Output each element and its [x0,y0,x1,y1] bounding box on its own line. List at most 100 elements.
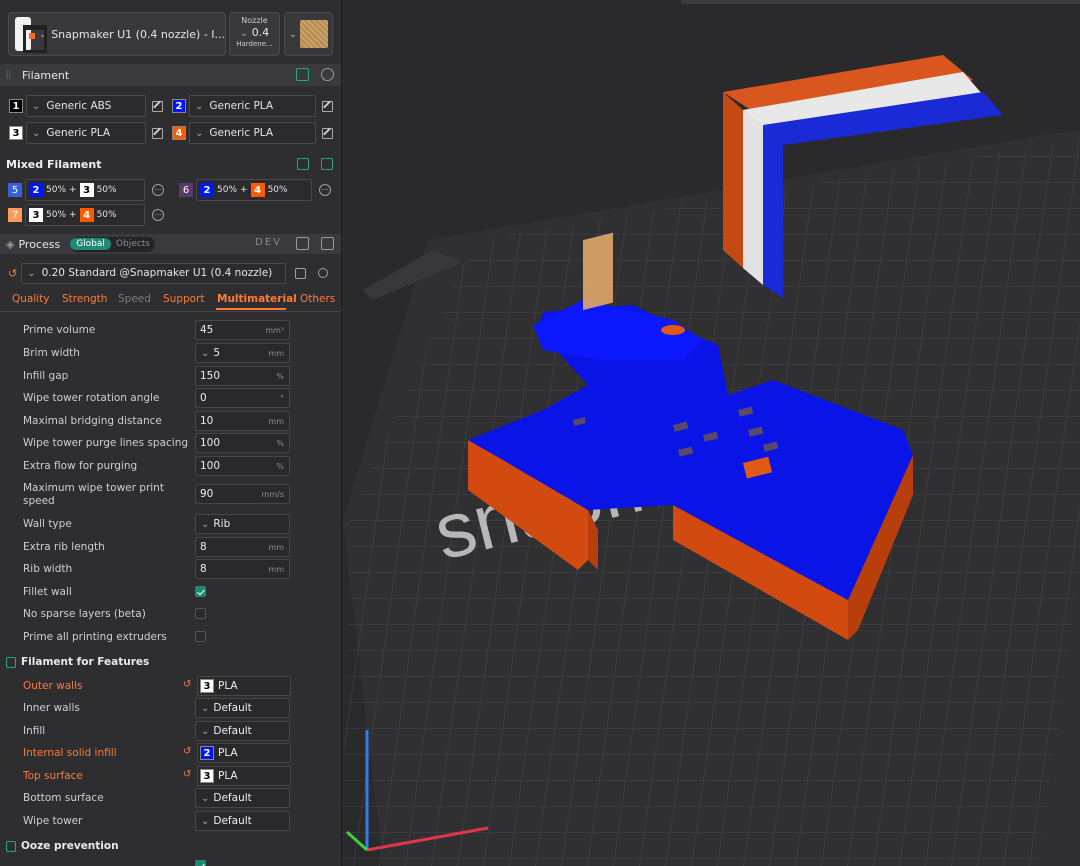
mix-b-pct: 50% [96,210,117,220]
top-toolbar-strip [681,0,1080,4]
search-icon[interactable] [318,268,329,278]
settings-tabs: Quality Strength Speed Support Multimate… [0,291,341,311]
scene-canvas[interactable]: snapmaker [343,0,1080,866]
process-preset-row: ↺ ⌄ 0.20 Standard @Snapmaker U1 (0.4 noz… [8,262,338,284]
process-header: ◈ Process Global Objects DEV [0,234,341,254]
reset-icon[interactable]: ↺ [183,679,191,690]
add-mix-icon[interactable] [321,158,333,170]
mixed-item-5: 5 2 50% + 3 50% ··· [8,179,164,201]
filament-select[interactable]: ⌄ Generic PLA [189,95,316,117]
filament-icon: ⦙⦙ [6,68,11,81]
chevron-down-icon: ⌄ [201,815,210,827]
tab-speed[interactable]: Speed [118,293,151,305]
more-options-icon[interactable]: ··· [319,184,331,196]
tab-strength[interactable]: Strength [62,293,107,305]
extra-flow-input[interactable]: 100% [195,456,290,476]
mix-plus: + [69,185,77,195]
remove-mix-icon[interactable] [297,158,309,170]
mix-composition[interactable]: 3 50% + 4 50% [25,204,145,226]
wipe-tower-select[interactable]: ⌄ Default [195,811,290,831]
mix-b-pct: 50% [267,185,288,195]
sync-filament-icon[interactable] [296,68,309,81]
process-preset-select[interactable]: ⌄ 0.20 Standard @Snapmaker U1 (0.4 nozzl… [21,262,287,284]
dev-mode-label[interactable]: DEV [255,237,282,248]
edit-icon[interactable] [322,127,333,139]
slot-badge: 3 [200,679,214,693]
reset-icon[interactable]: ↺ [183,746,191,757]
mix-composition[interactable]: 2 50% + 4 50% [196,179,312,201]
max-speed-input[interactable]: 90 mm/s [195,484,290,504]
bottom-surface-label: Bottom surface [23,792,104,804]
chevron-down-icon: ⌄ [32,100,41,112]
more-options-icon[interactable]: ··· [152,209,164,221]
mixed-item-6: 6 2 50% + 4 50% ··· [179,179,331,201]
filament-select[interactable]: ⌄ Generic ABS [26,95,146,117]
internal-solid-infill-select[interactable]: 2 PLA [197,743,291,763]
top-surface-select[interactable]: 3 PLA [197,766,291,786]
printer-selector[interactable]: ⌄ Snapmaker U1 (0.4 nozzle) - I... [8,12,226,56]
reset-icon[interactable]: ↺ [8,267,17,280]
slot-badge[interactable]: 2 [172,99,186,113]
objects-option[interactable]: Objects [111,239,155,249]
tab-support[interactable]: Support [163,293,205,305]
nozzle-value: ⌄ 0.4 [239,26,270,39]
max-speed-label: Maximum wipe tower print speed [23,482,164,507]
filament-select[interactable]: ⌄ Generic PLA [189,122,316,144]
slot-badge[interactable]: 3 [9,126,23,140]
compare-icon[interactable] [296,237,309,250]
ooze-icon [6,840,16,852]
3d-viewport[interactable]: snapmaker [343,0,1080,866]
fillet-wall-checkbox[interactable] [195,586,206,597]
process-settings-icon[interactable] [321,237,334,250]
plate-selector[interactable]: ⌄ [284,12,333,56]
internal-solid-infill-label: Internal solid infill [23,747,117,759]
ooze-checkbox[interactable] [195,860,206,866]
tab-others[interactable]: Others [300,293,335,305]
purge-spacing-input[interactable]: 100% [195,433,290,453]
mix-a-badge: 3 [29,208,43,222]
nozzle-type: Hardene... [236,40,273,48]
features-section-header: Filament for Features [6,656,149,668]
chevron-down-icon: ⌄ [27,267,36,279]
rotation-input[interactable]: 0 ° [195,388,290,408]
rib-width-input[interactable]: 8 mm [195,559,290,579]
bottom-surface-select[interactable]: ⌄ Default [195,788,290,808]
chevron-down-icon: ⌄ [239,28,249,39]
purge-spacing-label: Wipe tower purge lines spacing [23,437,189,449]
filament-settings-icon[interactable] [321,68,334,81]
save-icon[interactable] [295,267,307,279]
global-objects-toggle[interactable]: Global Objects [70,236,155,252]
infill-gap-input[interactable]: 150% [195,366,290,386]
nozzle-selector[interactable]: Nozzle ⌄ 0.4 Hardene... [229,12,280,56]
slot-badge[interactable]: 1 [9,99,23,113]
brim-width-input[interactable]: ⌄ 5 mm [195,343,290,363]
edit-icon[interactable] [152,100,163,112]
edit-icon[interactable] [322,100,333,112]
wall-type-select[interactable]: ⌄ Rib [195,514,290,534]
slot-badge: 3 [200,769,214,783]
edit-icon[interactable] [152,127,163,139]
chevron-down-icon: ⌄ [201,518,210,530]
chevron-down-icon: ⌄ [32,127,41,139]
mix-composition[interactable]: 2 50% + 3 50% [25,179,145,201]
chevron-down-icon: ⌄ [201,702,210,714]
mix-id-badge: 6 [179,183,193,197]
slot-badge[interactable]: 4 [172,126,186,140]
chevron-down-icon: ⌄ [195,127,204,139]
rib-length-input[interactable]: 8 mm [195,537,290,557]
tab-quality[interactable]: Quality [12,293,50,305]
prime-all-checkbox[interactable] [195,631,206,642]
global-option[interactable]: Global [70,238,111,250]
bridging-input[interactable]: 10 mm [195,411,290,431]
mix-a-badge: 2 [200,183,214,197]
reset-icon[interactable]: ↺ [183,769,191,780]
prime-volume-input[interactable]: 45 mm³ [195,320,290,340]
extra-flow-label: Extra flow for purging [23,460,138,472]
more-options-icon[interactable]: ··· [152,184,164,196]
infill-select[interactable]: ⌄ Default [195,721,290,741]
tab-multimaterial[interactable]: Multimaterial [217,293,297,305]
outer-walls-select[interactable]: 3 PLA [197,676,291,696]
no-sparse-checkbox[interactable] [195,608,206,619]
filament-select[interactable]: ⌄ Generic PLA [26,122,146,144]
inner-walls-select[interactable]: ⌄ Default [195,698,290,718]
